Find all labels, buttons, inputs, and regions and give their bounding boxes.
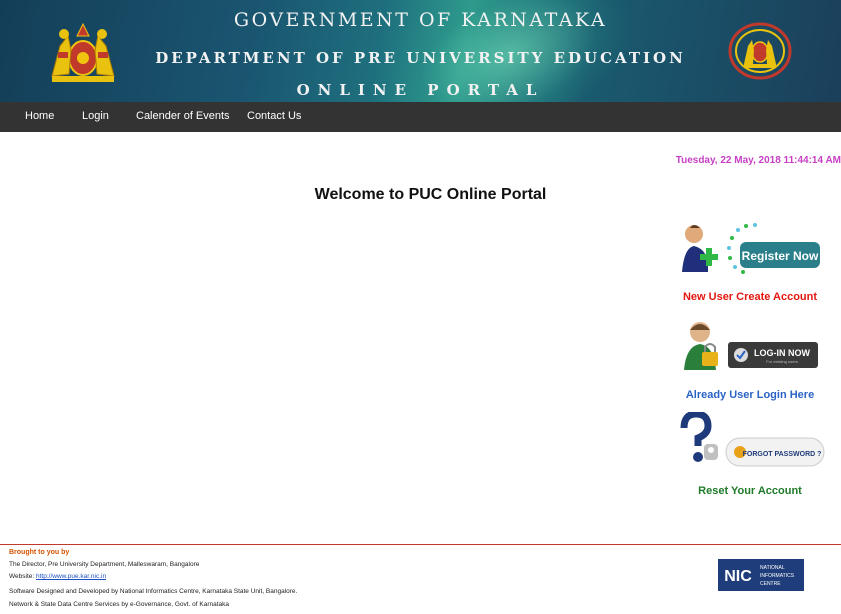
reset-your-account-link[interactable]: Reset Your Account — [670, 485, 830, 497]
nav-contact-us[interactable]: Contact Us — [247, 110, 301, 122]
footer-director-line: The Director, Pre University Department,… — [9, 561, 200, 568]
banner-title-department: DEPARTMENT OF PRE UNIVERSITY EDUCATION — [155, 49, 686, 67]
nic-text-2: INFORMATICS — [760, 573, 795, 579]
footer-website-link[interactable]: http://www.pue.kar.nic.in — [36, 573, 106, 580]
nav-calender-of-events[interactable]: Calender of Events — [136, 110, 230, 122]
current-datetime: Tuesday, 22 May, 2018 11:44:14 AM — [675, 155, 841, 166]
register-now-button[interactable]: Register Now — [680, 220, 822, 280]
welcome-heading: Welcome to PUC Online Portal — [314, 186, 547, 203]
new-user-create-account-link[interactable]: New User Create Account — [670, 291, 830, 303]
footer-heading: Brought to you by — [9, 549, 70, 556]
register-now-text: Register Now — [742, 249, 819, 263]
banner-title-portal: ONLINE PORTAL — [296, 81, 545, 99]
banner-title-government: GOVERNMENT OF KARNATAKA — [233, 9, 608, 31]
forgot-password-text: FORGOT PASSWORD ? — [743, 451, 822, 458]
user-lock-icon — [684, 322, 718, 370]
log-in-now-subtext: For existing users — [766, 359, 798, 364]
nic-text-1: NATIONAL — [760, 565, 785, 571]
footer-website-line: Website: http://www.pue.kar.nic.in — [9, 573, 106, 580]
already-user-login-link[interactable]: Already User Login Here — [670, 389, 830, 401]
nav-home[interactable]: Home — [25, 110, 54, 122]
nic-logo: NIC NATIONAL INFORMATICS CENTRE — [718, 559, 804, 591]
karnataka-seal-icon — [728, 22, 792, 80]
forgot-password-button[interactable]: FORGOT PASSWORD ? — [678, 412, 828, 468]
nic-abbr: NIC — [724, 568, 752, 585]
user-plus-icon — [682, 225, 718, 272]
nav-login[interactable]: Login — [82, 110, 109, 122]
footer: Brought to you by The Director, Pre Univ… — [0, 545, 841, 614]
footer-software-line: Software Designed and Developed by Natio… — [9, 588, 298, 595]
log-in-now-text: LOG-IN NOW — [754, 348, 810, 358]
header-banner: GOVERNMENT OF KARNATAKA DEPARTMENT OF PR… — [0, 0, 841, 102]
footer-website-label: Website: — [9, 573, 36, 580]
log-in-now-button[interactable]: LOG-IN NOW For existing users — [680, 318, 822, 372]
question-key-icon — [680, 412, 718, 462]
top-navigation-bar: Home Login Calender of Events Contact Us — [0, 102, 841, 132]
nic-text-3: CENTRE — [760, 581, 781, 587]
footer-network-line: Network & State Data Centre Services by … — [9, 601, 230, 608]
